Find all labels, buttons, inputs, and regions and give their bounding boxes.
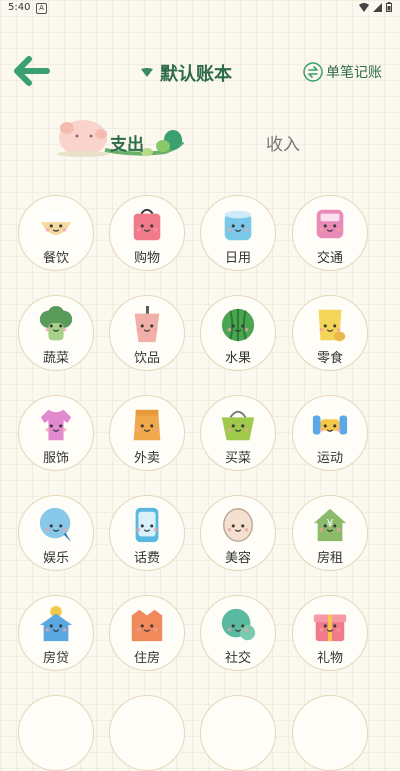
phone-icon [135, 507, 159, 543]
category-12[interactable]: 运动 [292, 395, 368, 471]
building-icon [131, 609, 163, 642]
snack-bag-icon [318, 309, 346, 342]
status-icons [359, 2, 392, 12]
category-18[interactable]: 住房 [109, 595, 185, 671]
caret-down-icon [141, 68, 153, 77]
rice-bowl-icon [40, 210, 72, 235]
category-label: 服饰 [42, 451, 69, 466]
single-entry-label: 单笔记账 [326, 65, 382, 81]
category-label: 房贷 [42, 651, 69, 666]
category-9[interactable]: 服饰 [18, 395, 94, 471]
category-2[interactable]: 购物 [109, 195, 185, 271]
category-label: 美容 [224, 551, 251, 566]
category-7[interactable]: 水果 [200, 295, 276, 371]
house-coin-icon [39, 606, 73, 642]
category-10[interactable]: 外卖 [109, 395, 185, 471]
category-4[interactable]: 交通 [292, 195, 368, 271]
category-8[interactable]: 零食 [292, 295, 368, 371]
basket-icon [221, 410, 255, 441]
bubble-tea-icon [134, 306, 160, 343]
category-17[interactable]: 房贷 [18, 595, 94, 671]
category-20[interactable]: 礼物 [292, 595, 368, 671]
category-label: 日用 [224, 251, 251, 266]
status-time: 5:40 [8, 2, 31, 13]
takeout-bag-icon [133, 409, 161, 441]
single-entry-button[interactable]: 单笔记账 [303, 62, 382, 82]
category-15[interactable]: 美容 [200, 495, 276, 571]
tissue-roll-icon [224, 210, 252, 241]
tshirt-icon [40, 409, 72, 441]
category-partial[interactable] [18, 695, 94, 771]
swap-icon [303, 62, 323, 82]
signal-icon [373, 2, 382, 12]
category-13[interactable]: 娱乐 [18, 495, 94, 571]
category-1[interactable]: 餐饮 [18, 195, 94, 271]
notification-icon: A [36, 3, 47, 14]
category-label: 零食 [316, 351, 343, 366]
arrow-left-icon [14, 56, 50, 86]
broccoli-icon [39, 306, 73, 341]
chat-bubble-icon [39, 507, 72, 543]
back-button[interactable] [14, 56, 50, 86]
category-partial[interactable] [109, 695, 185, 771]
shopping-bag-icon [133, 208, 161, 241]
category-label: 住房 [133, 651, 160, 666]
dumbbell-icon [312, 415, 348, 435]
tab-expense-label: 支出 [110, 135, 144, 155]
tab-expense[interactable]: 支出 [55, 112, 190, 162]
gift-icon [313, 614, 347, 642]
category-label: 买菜 [224, 451, 251, 466]
book-selector[interactable]: 默认账本 [140, 60, 232, 86]
category-label: 交通 [316, 251, 343, 266]
svg-text:¥: ¥ [327, 518, 334, 530]
category-label: 外卖 [133, 451, 160, 466]
book-title: 默认账本 [160, 64, 232, 85]
bus-icon [316, 209, 344, 239]
category-label: 水果 [224, 351, 251, 366]
category-label: 餐饮 [42, 251, 69, 266]
category-14[interactable]: 话费 [109, 495, 185, 571]
category-19[interactable]: 社交 [200, 595, 276, 671]
category-11[interactable]: 买菜 [200, 395, 276, 471]
watermelon-icon [221, 308, 255, 342]
category-3[interactable]: 日用 [200, 195, 276, 271]
category-label: 社交 [224, 651, 251, 666]
house-yen-icon: ¥ [313, 508, 347, 542]
battery-icon [386, 2, 392, 12]
face-mask-icon [223, 508, 253, 542]
category-5[interactable]: 蔬菜 [18, 295, 94, 371]
tab-income[interactable]: 收入 [266, 130, 300, 155]
category-label: 房租 [316, 551, 343, 566]
category-partial[interactable] [200, 695, 276, 771]
category-label: 饮品 [133, 351, 160, 366]
category-label: 娱乐 [42, 551, 69, 566]
category-label: 运动 [316, 451, 343, 466]
category-6[interactable]: 饮品 [109, 295, 185, 371]
category-16[interactable]: ¥ 房租 [292, 495, 368, 571]
category-partial[interactable] [292, 695, 368, 771]
category-label: 话费 [133, 551, 160, 566]
status-bar: 5:40 A [0, 0, 400, 18]
category-label: 购物 [133, 251, 160, 266]
speech-bubbles-icon [221, 608, 256, 641]
category-label: 礼物 [316, 651, 343, 666]
wifi-icon [359, 2, 369, 12]
category-label: 蔬菜 [42, 351, 69, 366]
